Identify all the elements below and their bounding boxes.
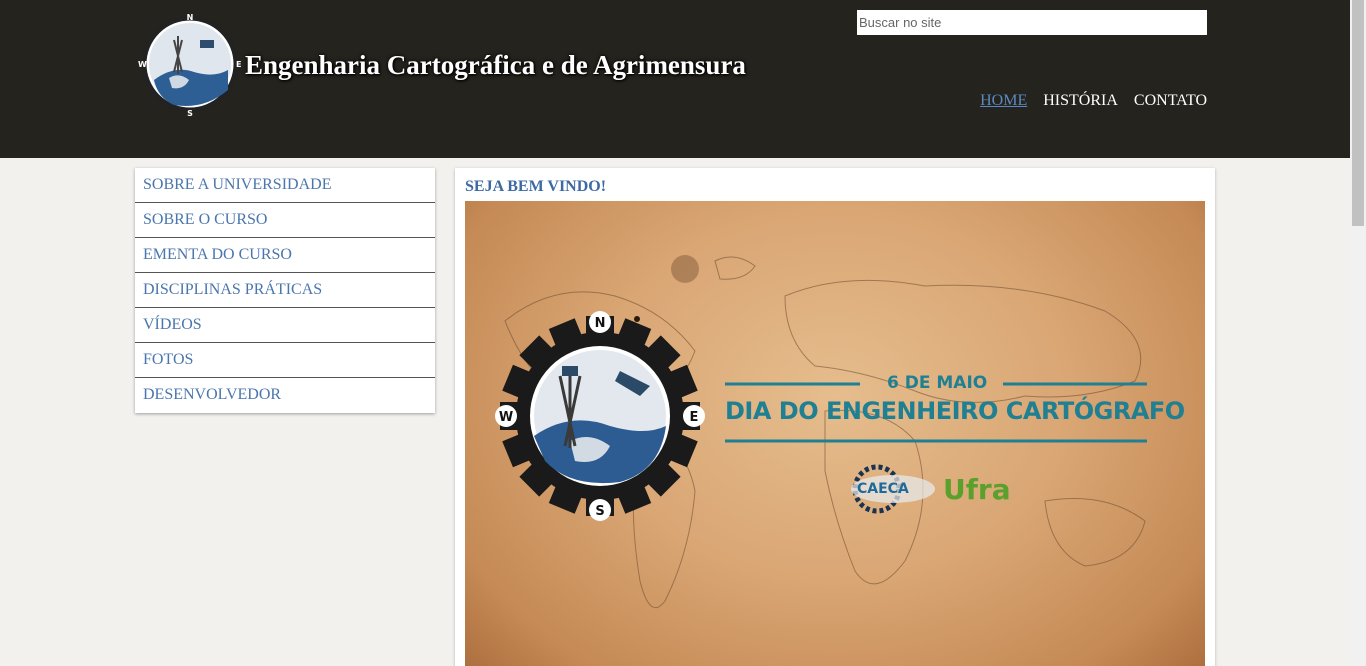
nav-contato-link[interactable]: CONTATO — [1134, 92, 1207, 110]
main-content: SEJA BEM VINDO! N S W E 6 DE MAIO DIA DO… — [455, 168, 1215, 666]
sidebar-item-videos[interactable]: VÍDEOS — [135, 308, 435, 343]
compass-s-label: S — [187, 109, 193, 118]
sidebar-item-sobre-curso[interactable]: SOBRE O CURSO — [135, 203, 435, 238]
banner-compass-n: N — [595, 316, 606, 331]
sidebar-item-desenvolvedor[interactable]: DESENVOLVEDOR — [135, 378, 435, 413]
sidebar-item-disciplinas-praticas[interactable]: DISCIPLINAS PRÁTICAS — [135, 273, 435, 308]
compass-globe-logo[interactable]: N S W E — [134, 10, 242, 118]
ufra-logo-text: Ufra — [943, 473, 1011, 506]
site-title[interactable]: Engenharia Cartográfica e de Agrimensura — [245, 50, 746, 81]
sidebar-item-fotos[interactable]: FOTOS — [135, 343, 435, 378]
nav-home-link[interactable]: HOME — [980, 92, 1027, 110]
scrollbar-thumb[interactable] — [1352, 0, 1364, 226]
banner-title: DIA DO ENGENHEIRO CARTÓGRAFO — [725, 397, 1185, 425]
top-navigation: HOME HISTÓRIA CONTATO — [980, 92, 1207, 110]
compass-gear-icon: N S W E — [495, 311, 705, 521]
banner-compass-w: W — [499, 410, 513, 425]
caeca-logo-text: CAECA — [857, 481, 909, 497]
sidebar-menu: SOBRE A UNIVERSIDADE SOBRE O CURSO EMENT… — [135, 168, 435, 413]
sidebar-item-ementa-curso[interactable]: EMENTA DO CURSO — [135, 238, 435, 273]
world-map-graphic: N S W E — [495, 255, 1147, 609]
banner-image: N S W E 6 DE MAIO DIA DO ENGENHEIRO CART… — [465, 201, 1205, 666]
banner-compass-s: S — [595, 504, 604, 519]
compass-e-label: E — [236, 60, 241, 69]
site-header: N S W E Engenharia Cartográfica e de Agr… — [0, 0, 1350, 158]
banner-date: 6 DE MAIO — [887, 373, 988, 393]
compass-n-label: N — [187, 13, 194, 22]
welcome-heading: SEJA BEM VINDO! — [465, 178, 607, 195]
compass-w-label: W — [138, 60, 147, 69]
sidebar-item-sobre-universidade[interactable]: SOBRE A UNIVERSIDADE — [135, 168, 435, 203]
nav-historia-link[interactable]: HISTÓRIA — [1043, 92, 1118, 110]
banner-compass-e: E — [690, 410, 699, 425]
page-scrollbar[interactable] — [1350, 0, 1366, 666]
search-input[interactable] — [857, 10, 1207, 35]
